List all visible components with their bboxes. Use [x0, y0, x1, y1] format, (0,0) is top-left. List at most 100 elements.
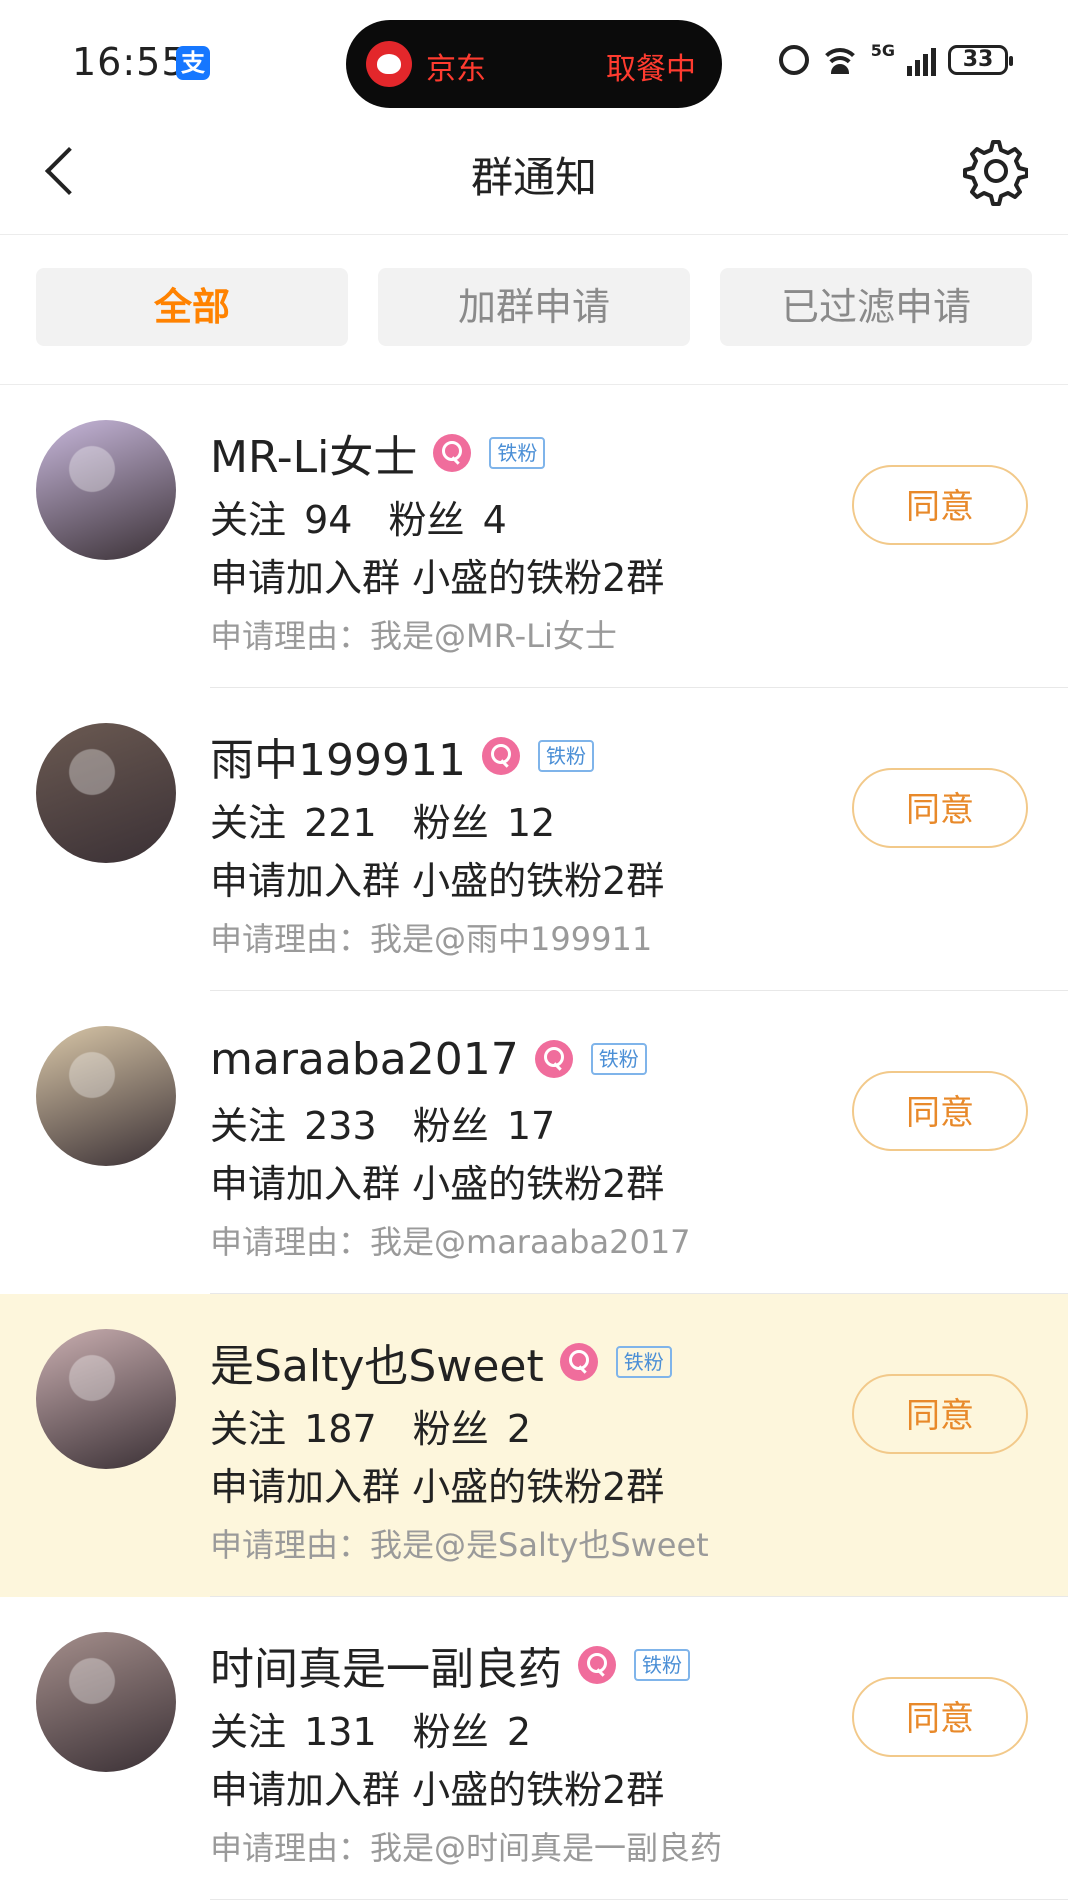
fans-label: 粉丝 — [412, 1104, 501, 1148]
reason-text: 我是@maraaba2017 — [370, 1223, 691, 1261]
avatar[interactable] — [36, 1329, 176, 1469]
follow-label: 关注 — [210, 498, 299, 542]
tab-all[interactable]: 全部 — [36, 268, 348, 346]
user-stats: 关注 94 粉丝 4 — [210, 489, 513, 544]
live-activity-app: 京东 — [426, 52, 486, 87]
list-item: 时间真是一副良药 铁粉 关注 131 粉丝 2 申请加入群 小盛的铁粉2群 申请… — [0, 1597, 1068, 1900]
avatar[interactable] — [36, 1026, 176, 1166]
list-item: 雨中199911 铁粉 关注 221 粉丝 12 申请加入群 小盛的铁粉2群 申… — [0, 688, 1068, 991]
apply-reason: 申请理由：我是@maraaba2017 — [210, 1217, 691, 1263]
user-name[interactable]: 雨中199911 — [210, 724, 466, 788]
female-icon — [481, 737, 520, 775]
apply-reason: 申请理由：我是@MR-Li女士 — [210, 611, 617, 657]
reason-text: 我是@雨中199911 — [370, 920, 653, 958]
group-name: 小盛的铁粉2群 — [412, 1162, 665, 1206]
page-title: 群通知 — [470, 153, 597, 202]
apply-reason: 申请理由：我是@是Salty也Sweet — [210, 1520, 709, 1566]
network-type: 5G — [870, 40, 895, 60]
fans-label: 粉丝 — [412, 801, 501, 845]
female-icon — [433, 434, 472, 472]
follow-label: 关注 — [210, 1104, 299, 1148]
user-name[interactable]: 是Salty也Sweet — [210, 1330, 544, 1394]
group-name: 小盛的铁粉2群 — [412, 1768, 665, 1812]
filter-tabs: 全部 加群申请 已过滤申请 — [0, 234, 1068, 385]
name-row: 时间真是一副良药 铁粉 — [210, 1637, 690, 1695]
reason-prefix: 申请理由： — [210, 617, 371, 655]
fan-badge: 铁粉 — [537, 740, 594, 772]
reason-text: 我是@时间真是一副良药 — [370, 1829, 723, 1867]
follow-label: 关注 — [210, 1407, 299, 1451]
group-name: 小盛的铁粉2群 — [412, 1465, 665, 1509]
status-time: 16:55 — [72, 40, 187, 84]
fan-badge: 铁粉 — [590, 1043, 647, 1075]
list-item: maraaba2017 铁粉 关注 233 粉丝 17 申请加入群 小盛的铁粉2… — [0, 991, 1068, 1294]
follow-count: 131 — [304, 1710, 377, 1754]
female-icon — [578, 1646, 616, 1684]
agree-button[interactable]: 同意 — [852, 1374, 1028, 1454]
avatar[interactable] — [36, 420, 176, 560]
agree-button[interactable]: 同意 — [852, 1677, 1028, 1757]
agree-button[interactable]: 同意 — [852, 465, 1028, 545]
name-row: 雨中199911 铁粉 — [210, 728, 594, 786]
nav-bar: 群通知 — [0, 110, 1068, 235]
apply-group-prefix: 申请加入群 — [210, 859, 401, 903]
live-activity-pill[interactable]: 京东 取餐中 — [346, 20, 722, 108]
list-item: MR-Li女士 铁粉 关注 94 粉丝 4 申请加入群 小盛的铁粉2群 申请理由… — [0, 385, 1068, 688]
fan-badge: 铁粉 — [615, 1346, 672, 1378]
follow-label: 关注 — [210, 1710, 299, 1754]
name-row: maraaba2017 铁粉 — [210, 1031, 647, 1087]
user-stats: 关注 187 粉丝 2 — [210, 1398, 537, 1453]
apply-group-prefix: 申请加入群 — [210, 1768, 401, 1812]
reason-prefix: 申请理由： — [210, 1526, 371, 1564]
female-icon — [559, 1343, 598, 1381]
system-icons: 5G 33 — [778, 40, 1013, 80]
reason-prefix: 申请理由： — [210, 1829, 371, 1867]
apply-group: 申请加入群 小盛的铁粉2群 — [210, 1456, 664, 1511]
reason-prefix: 申请理由： — [210, 1223, 371, 1261]
fan-badge: 铁粉 — [489, 437, 546, 469]
group-name: 小盛的铁粉2群 — [412, 556, 665, 600]
user-name[interactable]: MR-Li女士 — [210, 421, 417, 485]
user-name[interactable]: maraaba2017 — [210, 1034, 519, 1085]
avatar[interactable] — [36, 723, 176, 863]
fans-count: 17 — [506, 1104, 556, 1148]
avatar[interactable] — [36, 1632, 176, 1772]
battery-icon: 33 — [948, 45, 1013, 75]
user-stats: 关注 221 粉丝 12 — [210, 792, 561, 847]
follow-count: 187 — [304, 1407, 377, 1451]
request-list: MR-Li女士 铁粉 关注 94 粉丝 4 申请加入群 小盛的铁粉2群 申请理由… — [0, 385, 1068, 1900]
apply-group-prefix: 申请加入群 — [210, 556, 401, 600]
fans-label: 粉丝 — [412, 1407, 501, 1451]
group-name: 小盛的铁粉2群 — [412, 859, 665, 903]
apply-group: 申请加入群 小盛的铁粉2群 — [210, 850, 664, 905]
apply-group: 申请加入群 小盛的铁粉2群 — [210, 1153, 664, 1208]
female-icon — [534, 1040, 573, 1078]
wifi-icon — [820, 46, 859, 74]
tab-join-requests[interactable]: 加群申请 — [378, 268, 690, 346]
follow-count: 94 — [304, 498, 353, 542]
follow-label: 关注 — [210, 801, 299, 845]
user-stats: 关注 131 粉丝 2 — [210, 1701, 537, 1756]
apply-reason: 申请理由：我是@时间真是一副良药 — [210, 1823, 722, 1869]
alipay-icon: 支 — [176, 46, 210, 80]
list-item: 是Salty也Sweet 铁粉 关注 187 粉丝 2 申请加入群 小盛的铁粉2… — [0, 1294, 1068, 1597]
gear-icon[interactable] — [958, 136, 1029, 206]
user-stats: 关注 233 粉丝 17 — [210, 1095, 561, 1150]
apply-group-prefix: 申请加入群 — [210, 1465, 401, 1509]
agree-button[interactable]: 同意 — [852, 1071, 1028, 1151]
fans-count: 2 — [506, 1710, 531, 1754]
alarm-icon — [778, 45, 809, 75]
agree-button[interactable]: 同意 — [852, 768, 1028, 848]
tab-filtered-requests[interactable]: 已过滤申请 — [720, 268, 1032, 346]
live-activity-status: 取餐中 — [606, 52, 696, 87]
follow-count: 221 — [304, 801, 377, 845]
fans-count: 2 — [506, 1407, 531, 1451]
follow-count: 233 — [304, 1104, 377, 1148]
fans-label: 粉丝 — [412, 1710, 501, 1754]
fans-count: 12 — [506, 801, 556, 845]
apply-reason: 申请理由：我是@雨中199911 — [210, 914, 652, 960]
user-name[interactable]: 时间真是一副良药 — [210, 1633, 562, 1697]
name-row: MR-Li女士 铁粉 — [210, 425, 546, 483]
signal-icon — [907, 44, 936, 76]
status-bar: 16:55 支 京东 取餐中 5G 33 — [0, 0, 1068, 110]
